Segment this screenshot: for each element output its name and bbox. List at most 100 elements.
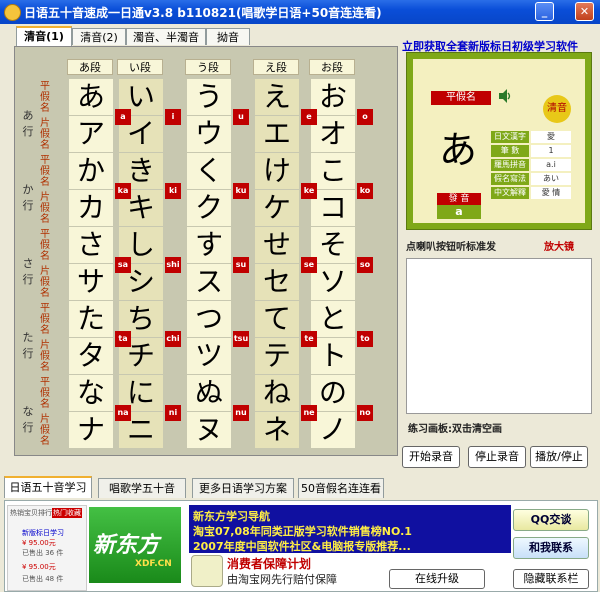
romaji-badge[interactable]: sa bbox=[115, 257, 131, 273]
katakana-cell[interactable]: ア bbox=[69, 116, 113, 152]
katakana-cell[interactable]: サ bbox=[69, 264, 113, 300]
play-stop-button[interactable]: 播放/停止 bbox=[530, 446, 588, 468]
katakana-cell[interactable]: ノ bbox=[311, 412, 355, 448]
online-upgrade-button[interactable]: 在线升级 bbox=[389, 569, 485, 589]
hiragana-cell[interactable]: あ bbox=[69, 79, 113, 115]
romaji-badge[interactable]: i bbox=[165, 109, 181, 125]
katakana-cell[interactable]: ヌ bbox=[187, 412, 231, 448]
katakana-cell[interactable]: ケ bbox=[255, 190, 299, 226]
katakana-cell[interactable]: タ bbox=[69, 338, 113, 374]
katakana-cell[interactable]: エ bbox=[255, 116, 299, 152]
romaji-badge[interactable]: to bbox=[357, 331, 373, 347]
romaji-badge[interactable]: no bbox=[357, 405, 373, 421]
romaji-badge[interactable]: nu bbox=[233, 405, 249, 421]
hiragana-cell[interactable]: な bbox=[69, 375, 113, 411]
speaker-icon[interactable] bbox=[499, 89, 511, 103]
hiragana-cell[interactable]: う bbox=[187, 79, 231, 115]
romaji-badge[interactable]: ni bbox=[165, 405, 181, 421]
shield-icon bbox=[191, 555, 223, 587]
tab-matching-game[interactable]: 50音假名连连看 bbox=[298, 478, 384, 498]
katakana-cell[interactable]: ス bbox=[187, 264, 231, 300]
hiragana-cell[interactable]: け bbox=[255, 153, 299, 189]
katakana-cell[interactable]: セ bbox=[255, 264, 299, 300]
hiragana-cell[interactable]: お bbox=[311, 79, 355, 115]
romaji-badge[interactable]: tsu bbox=[233, 331, 249, 347]
hiragana-cell[interactable]: の bbox=[311, 375, 355, 411]
katakana-cell[interactable]: コ bbox=[311, 190, 355, 226]
consumer-guarantee-title[interactable]: 消费者保障计划 bbox=[227, 555, 311, 572]
romaji-badge[interactable]: ne bbox=[301, 405, 317, 421]
romaji-badge[interactable]: ki bbox=[165, 183, 181, 199]
info-key: 筆 數 bbox=[491, 145, 529, 157]
romaji-badge[interactable]: te bbox=[301, 331, 317, 347]
hiragana-cell[interactable]: さ bbox=[69, 227, 113, 263]
hiragana-cell[interactable]: と bbox=[311, 301, 355, 337]
hiragana-cell[interactable]: か bbox=[69, 153, 113, 189]
promo-line: 淘宝07,08年同类正版学习软件销售榜NO.1 bbox=[193, 525, 412, 538]
promo-banner[interactable]: 新东方学习导航 淘宝07,08年同类正版学习软件销售榜NO.1 2007年度中国… bbox=[189, 505, 511, 553]
hiragana-cell[interactable]: く bbox=[187, 153, 231, 189]
tab-dakuon[interactable]: 濁音、半濁音 bbox=[126, 28, 206, 45]
romaji-badge[interactable]: chi bbox=[165, 331, 181, 347]
close-button[interactable]: ✕ bbox=[575, 2, 594, 21]
tab-sing[interactable]: 唱歌学五十音 bbox=[98, 478, 186, 498]
hiragana-cell[interactable]: つ bbox=[187, 301, 231, 337]
magnifier-link[interactable]: 放大镜 bbox=[544, 238, 574, 253]
hiragana-cell[interactable]: こ bbox=[311, 153, 355, 189]
practice-canvas[interactable] bbox=[406, 258, 592, 414]
romaji-badge[interactable]: ka bbox=[115, 183, 131, 199]
hiragana-cell[interactable]: ぬ bbox=[187, 375, 231, 411]
katakana-cell[interactable]: ナ bbox=[69, 412, 113, 448]
hiragana-cell[interactable]: え bbox=[255, 79, 299, 115]
katakana-cell[interactable]: ク bbox=[187, 190, 231, 226]
romaji-badge[interactable]: so bbox=[357, 257, 373, 273]
hiragana-cell[interactable]: せ bbox=[255, 227, 299, 263]
romaji-badge[interactable]: shi bbox=[165, 257, 181, 273]
katakana-cell[interactable]: ツ bbox=[187, 338, 231, 374]
romaji-badge[interactable]: ko bbox=[357, 183, 373, 199]
tab-youon[interactable]: 拗音 bbox=[206, 28, 250, 45]
katakana-cell[interactable]: ト bbox=[311, 338, 355, 374]
tab-seion-1[interactable]: 清音(1) bbox=[16, 26, 72, 46]
hiragana-cell[interactable]: た bbox=[69, 301, 113, 337]
hiragana-cell[interactable]: て bbox=[255, 301, 299, 337]
info-value: a.i bbox=[531, 159, 571, 171]
katakana-cell[interactable]: カ bbox=[69, 190, 113, 226]
promo-line: 2007年度中国软件社区&电脑报专版推荐... bbox=[193, 540, 411, 553]
minimize-button[interactable]: _ bbox=[535, 2, 554, 21]
romaji-badge[interactable]: e bbox=[301, 109, 317, 125]
hide-contact-bar-button[interactable]: 隐藏联系栏 bbox=[513, 569, 589, 589]
romaji-badge[interactable]: a bbox=[115, 109, 131, 125]
hiragana-cell[interactable]: す bbox=[187, 227, 231, 263]
romaji-badge[interactable]: o bbox=[357, 109, 373, 125]
tab-seion-2[interactable]: 清音(2) bbox=[72, 28, 126, 45]
romaji-badge[interactable]: ta bbox=[115, 331, 131, 347]
contact-button[interactable]: 和我联系 bbox=[513, 537, 589, 559]
tab-more-plans[interactable]: 更多日语学习方案 bbox=[192, 478, 294, 498]
katakana-cell[interactable]: ウ bbox=[187, 116, 231, 152]
shop-thumbnail[interactable]: 热销宝贝排行 热门收藏 新版标日学习 ¥ 95.00元 已售出 36 件 ¥ 9… bbox=[7, 505, 87, 591]
katakana-cell[interactable]: ソ bbox=[311, 264, 355, 300]
kana-kind-label: 平假名 bbox=[40, 229, 50, 262]
xdf-logo[interactable]: 新东方 XDF.CN bbox=[89, 507, 181, 583]
romaji-badge[interactable]: ku bbox=[233, 183, 249, 199]
romaji-badge[interactable]: su bbox=[233, 257, 249, 273]
info-value: あい bbox=[531, 173, 571, 185]
katakana-cell[interactable]: テ bbox=[255, 338, 299, 374]
row-label: な行 bbox=[22, 405, 34, 434]
romaji-badge[interactable]: ke bbox=[301, 183, 317, 199]
tab-fifty-sounds[interactable]: 日语五十音学习 bbox=[4, 476, 92, 498]
stop-record-button[interactable]: 停止录音 bbox=[468, 446, 526, 468]
row-label: か行 bbox=[22, 183, 34, 212]
hiragana-cell[interactable]: ね bbox=[255, 375, 299, 411]
romaji-badge[interactable]: se bbox=[301, 257, 317, 273]
info-value: 愛 情 bbox=[531, 187, 571, 199]
thumb-line: ¥ 95.00元 bbox=[22, 563, 56, 571]
start-record-button[interactable]: 开始录音 bbox=[402, 446, 460, 468]
hiragana-cell[interactable]: そ bbox=[311, 227, 355, 263]
qq-chat-button[interactable]: QQ交谈 bbox=[513, 509, 589, 531]
katakana-cell[interactable]: ネ bbox=[255, 412, 299, 448]
romaji-badge[interactable]: na bbox=[115, 405, 131, 421]
katakana-cell[interactable]: オ bbox=[311, 116, 355, 152]
romaji-badge[interactable]: u bbox=[233, 109, 249, 125]
